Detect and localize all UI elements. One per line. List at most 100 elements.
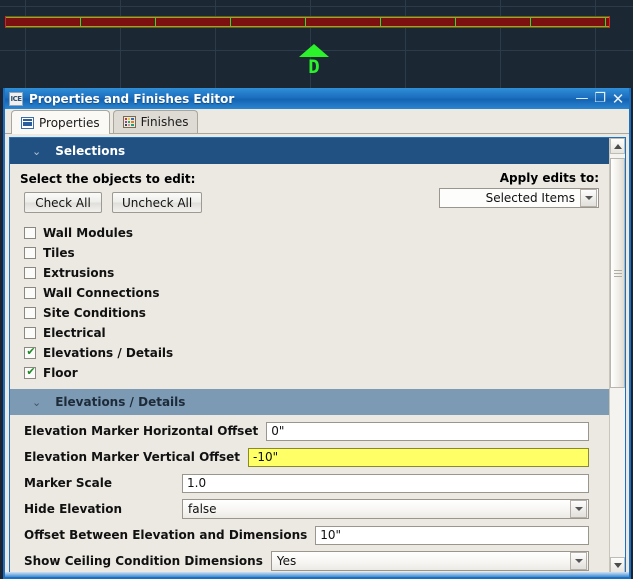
grid-line (595, 0, 596, 88)
wall-joint-tick (155, 17, 156, 27)
elevations-form: Elevation Marker Horizontal Offset 0" El… (10, 415, 609, 573)
wall-joint-tick (80, 17, 81, 27)
field-label: Show Ceiling Condition Dimensions (24, 554, 263, 568)
elevation-marker-horizontal-offset-input[interactable]: 0" (266, 421, 589, 441)
field-label: Marker Scale (24, 476, 112, 490)
checkbox-row-floor[interactable]: Floor (24, 363, 609, 383)
window-title: Properties and Finishes Editor (29, 91, 235, 106)
checkbox-label: Electrical (43, 326, 106, 340)
wall-face-line (6, 17, 609, 18)
show-ceiling-condition-dimensions-dropdown[interactable]: Yes (270, 551, 589, 571)
field-label: Hide Elevation (24, 502, 123, 516)
field-row-show-ceiling-condition-dimensions: Show Ceiling Condition Dimensions Yes (10, 548, 609, 573)
color-swatch-icon (122, 116, 136, 128)
close-icon[interactable]: ✕ (609, 89, 627, 109)
checkbox-icon[interactable] (24, 327, 36, 339)
maximize-icon[interactable]: ❐ (591, 89, 609, 109)
field-row-elevation-marker-horizontal-offset: Elevation Marker Horizontal Offset 0" (10, 418, 609, 444)
wall-joint-tick (230, 17, 231, 27)
scrollbar-track[interactable] (610, 154, 625, 557)
selection-checkbox-list: Wall Modules Tiles Extrusions Wall Conne… (10, 219, 609, 389)
scroll-down-icon[interactable] (610, 557, 625, 573)
section-header-elevations-details[interactable]: ⌄ Elevations / Details (10, 389, 609, 415)
grid-line (0, 6, 633, 7)
tab-properties[interactable]: Properties (11, 110, 110, 134)
checkbox-label: Floor (43, 366, 78, 380)
grid-line (405, 0, 406, 88)
hide-elevation-value: false (188, 502, 217, 516)
show-ceiling-condition-dimensions-value: Yes (276, 554, 297, 568)
list-icon (21, 116, 34, 129)
checkbox-icon[interactable] (24, 365, 37, 379)
section-header-selections[interactable]: ⌄ Selections (10, 138, 609, 164)
selections-instruction: Select the objects to edit: (20, 172, 196, 186)
wall-joint-tick (380, 17, 381, 27)
tab-finishes-label: Finishes (140, 115, 189, 129)
tab-strip: Properties Finishes (5, 109, 629, 134)
hide-elevation-dropdown[interactable]: false (182, 499, 589, 519)
properties-panel: ⌄ Selections Select the objects to edit:… (9, 137, 626, 574)
scrollbar-thumb[interactable] (610, 158, 625, 388)
wall-face-line (6, 26, 609, 27)
properties-and-finishes-editor-window: ICE Properties and Finishes Editor — ❐ ✕… (3, 88, 631, 579)
field-row-elevation-marker-vertical-offset: Elevation Marker Vertical Offset -10" (10, 444, 609, 470)
grid-line (215, 0, 216, 88)
apply-edits-label: Apply edits to: (499, 171, 599, 185)
wall-joint-tick (530, 17, 531, 27)
checkbox-icon[interactable] (24, 247, 36, 259)
wall-joint-tick (455, 17, 456, 27)
grid-line (500, 0, 501, 88)
wall-joint-tick (305, 17, 306, 27)
vertical-scrollbar[interactable] (609, 138, 625, 573)
wall-assembly[interactable] (5, 16, 610, 28)
selections-header-label: Selections (55, 144, 126, 158)
chevron-down-icon: ⌄ (32, 144, 42, 158)
wall-joint-tick (605, 17, 606, 27)
title-bar[interactable]: ICE Properties and Finishes Editor — ❐ ✕ (5, 88, 629, 109)
minimize-icon[interactable]: — (573, 89, 591, 109)
grid-line (25, 0, 26, 88)
checkbox-row-elevations-details[interactable]: Elevations / Details (24, 343, 609, 363)
properties-scroll-content: ⌄ Selections Select the objects to edit:… (10, 138, 609, 573)
elevation-marker-vertical-offset-input[interactable]: -10" (248, 447, 589, 467)
uncheck-all-button[interactable]: Uncheck All (112, 192, 203, 213)
field-row-hide-elevation: Hide Elevation false (10, 496, 609, 522)
checkbox-row-electrical[interactable]: Electrical (24, 323, 609, 343)
checkbox-label: Extrusions (43, 266, 115, 280)
checkbox-icon[interactable] (24, 345, 37, 359)
window-status-strip (5, 572, 629, 577)
field-label: Offset Between Elevation and Dimensions (24, 528, 308, 542)
scrollbar-grip-icon (613, 269, 622, 277)
checkbox-icon[interactable] (24, 267, 36, 279)
apply-edits-dropdown[interactable]: Selected Items (439, 188, 599, 208)
marker-scale-input[interactable]: 1.0 (182, 473, 589, 493)
scroll-up-icon[interactable] (610, 138, 625, 154)
cad-viewport[interactable]: D (0, 0, 633, 88)
tab-finishes[interactable]: Finishes (112, 110, 199, 133)
checkbox-icon[interactable] (24, 307, 36, 319)
app-icon: ICE (9, 91, 23, 106)
checkbox-label: Site Conditions (43, 306, 146, 320)
field-row-offset-between-elevation-and-dimensions: Offset Between Elevation and Dimensions … (10, 522, 609, 548)
field-label: Elevation Marker Vertical Offset (24, 450, 241, 464)
apply-edits-block: Apply edits to: Selected Items (439, 171, 599, 208)
elevations-header-label: Elevations / Details (55, 395, 186, 409)
checkbox-row-tiles[interactable]: Tiles (24, 243, 609, 263)
elevation-marker[interactable]: D (290, 44, 338, 84)
check-all-button[interactable]: Check All (24, 192, 102, 213)
checkbox-icon[interactable] (24, 287, 36, 299)
checkbox-row-extrusions[interactable]: Extrusions (24, 263, 609, 283)
elevation-marker-label: D (308, 56, 320, 78)
checkbox-row-wall-connections[interactable]: Wall Connections (24, 283, 609, 303)
tab-properties-label: Properties (39, 115, 100, 130)
grid-line (120, 0, 121, 88)
checkbox-icon[interactable] (24, 227, 36, 239)
checkbox-row-site-conditions[interactable]: Site Conditions (24, 303, 609, 323)
checkbox-label: Wall Modules (43, 226, 134, 240)
checkbox-label: Tiles (43, 246, 75, 260)
chevron-down-icon (580, 189, 597, 207)
field-label: Elevation Marker Horizontal Offset (24, 424, 259, 438)
checkbox-row-wall-modules[interactable]: Wall Modules (24, 223, 609, 243)
offset-between-elevation-and-dimensions-input[interactable]: 10" (315, 525, 589, 545)
apply-edits-value: Selected Items (485, 191, 575, 205)
